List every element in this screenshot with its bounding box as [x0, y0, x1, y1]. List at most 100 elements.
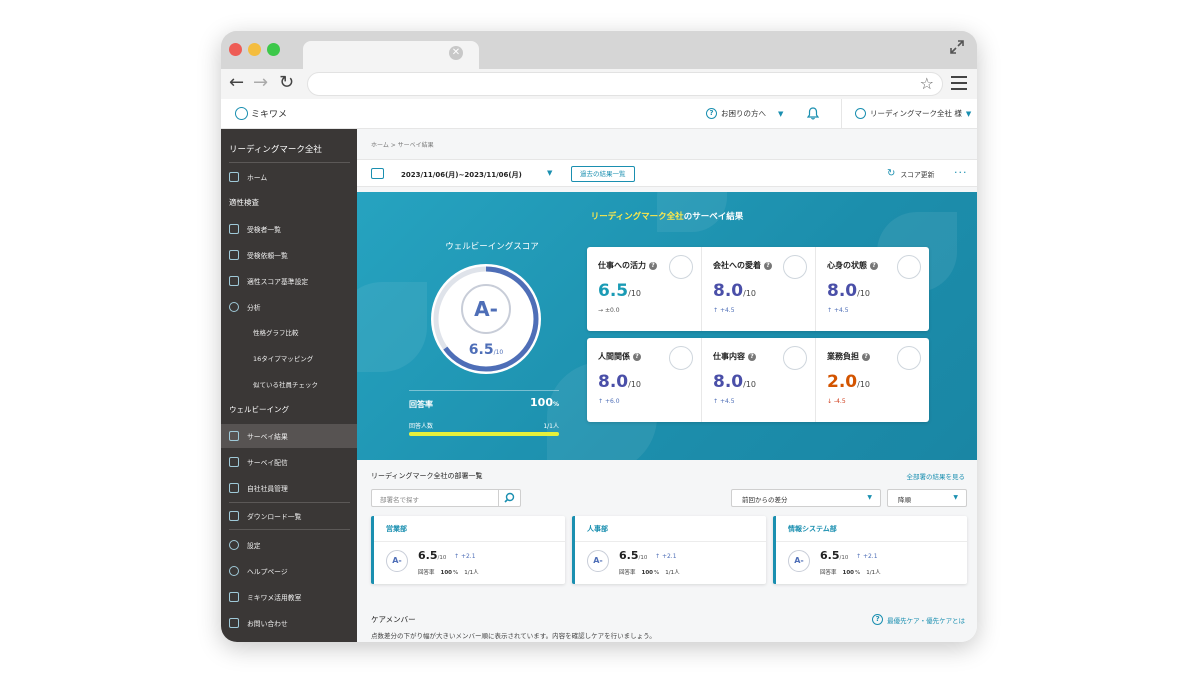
- metric-cell[interactable]: 人間関係? 8.0/10 ↑ +6.0: [587, 338, 701, 422]
- sidebar-item-classroom[interactable]: ミキワメ活用教室: [221, 585, 357, 609]
- metric-delta: ↑ +4.5: [827, 307, 849, 314]
- department-score: 6.5/10: [619, 549, 647, 562]
- see-all-departments-link[interactable]: 全部署の結果を見る: [907, 471, 966, 481]
- metric-cell[interactable]: 業務負担? 2.0/10 ↓ -4.5: [815, 338, 929, 422]
- sidebar-item-survey-results[interactable]: サーベイ結果: [221, 424, 357, 448]
- metric-cell[interactable]: 心身の状態? 8.0/10 ↑ +4.5: [815, 247, 929, 331]
- workload-illustration-icon: [897, 346, 921, 370]
- metric-delta-value: +4.5: [833, 307, 849, 314]
- metric-label-wrap: 会社への愛着?: [713, 260, 772, 271]
- user-icon: [855, 108, 866, 119]
- metric-cell[interactable]: 仕事内容? 8.0/10 ↑ +4.5: [701, 338, 815, 422]
- arrow-up-icon: ↑: [713, 307, 719, 314]
- close-window-button[interactable]: [229, 43, 242, 56]
- sidebar-item-home[interactable]: ホーム: [221, 165, 357, 189]
- question-icon[interactable]: ?: [862, 352, 870, 361]
- more-options-icon[interactable]: ···: [954, 166, 968, 179]
- department-score-max: /10: [437, 555, 447, 561]
- department-grade: A-: [386, 550, 408, 572]
- browser-menu-icon[interactable]: [951, 76, 967, 90]
- question-icon[interactable]: ?: [649, 261, 657, 270]
- respondents-label: 回答人数: [409, 423, 434, 430]
- sidebar-item-graph-compare[interactable]: 性格グラフ比較: [253, 327, 299, 337]
- metric-max: /10: [743, 289, 756, 298]
- sidebar-item-requests[interactable]: 受検依頼一覧: [221, 243, 357, 267]
- department-search-input[interactable]: 部署名で探す: [371, 489, 521, 507]
- browser-toolbar: ← → ↻ ☆: [221, 69, 977, 99]
- search-icon: [504, 492, 515, 503]
- main-content: ホーム > サーベイ結果 2023/11/06(月)~2023/11/06(月)…: [357, 129, 977, 642]
- department-card[interactable]: 営業部 A- 6.5/10 ↑ +2.1 回答率 100% 1/1人: [371, 516, 565, 584]
- chevron-down-icon[interactable]: ▼: [547, 169, 552, 177]
- bookmark-star-icon[interactable]: ☆: [920, 74, 934, 93]
- date-range[interactable]: 2023/11/06(月)~2023/11/06(月): [401, 170, 522, 180]
- metric-value: 6.5/10: [598, 281, 641, 301]
- refresh-score-button[interactable]: ↻ スコア更新: [887, 169, 934, 180]
- sidebar-item-type-mapping[interactable]: 16タイプマッピング: [253, 353, 313, 363]
- department-card[interactable]: 情報システム部 A- 6.5/10 ↑ +2.1 回答率 100% 1/1人: [773, 516, 967, 584]
- question-icon[interactable]: ?: [748, 352, 756, 361]
- metric-value: 8.0/10: [827, 281, 870, 301]
- sidebar-item-employee-mgmt[interactable]: 自社社員管理: [221, 476, 357, 500]
- department-card[interactable]: 人事部 A- 6.5/10 ↑ +2.1 回答率 100% 1/1人: [572, 516, 766, 584]
- metric-label-wrap: 仕事への活力?: [598, 260, 657, 271]
- chart-icon: [229, 431, 239, 441]
- minimize-window-button[interactable]: [248, 43, 261, 56]
- browser-tab[interactable]: ✕: [303, 41, 479, 69]
- mail-icon: [229, 457, 239, 467]
- sidebar-item-survey-delivery[interactable]: サーベイ配信: [221, 450, 357, 474]
- sidebar-item-help-page[interactable]: ヘルプページ: [221, 559, 357, 583]
- user-menu[interactable]: リーディングマーク全社 様 ▼: [855, 108, 971, 119]
- sidebar-item-score-settings[interactable]: 適性スコア基準設定: [221, 269, 357, 293]
- app: ミキワメ ? お困りの方へ ▼ リーディングマーク全社 様 ▼ リーディングマー…: [221, 99, 977, 642]
- reload-icon[interactable]: ↻: [279, 73, 294, 93]
- sidebar-item-contact[interactable]: お問い合わせ: [221, 611, 357, 635]
- sidebar-item-settings[interactable]: 設定: [221, 533, 357, 557]
- bell-icon[interactable]: [807, 107, 819, 120]
- sidebar-item-label: ホーム: [247, 174, 268, 182]
- maximize-window-button[interactable]: [267, 43, 280, 56]
- forward-arrow-icon[interactable]: →: [253, 73, 268, 93]
- sidebar-item-label: 分析: [247, 304, 261, 312]
- fullscreen-icon[interactable]: [949, 39, 965, 55]
- metric-number: 6.5: [598, 281, 629, 301]
- department-delta: ↑ +2.1: [856, 553, 878, 560]
- compare-select[interactable]: 前回からの差分 ▼: [731, 489, 881, 507]
- metric-label: 仕事への活力: [598, 261, 646, 270]
- heart-icon: [229, 276, 239, 286]
- care-members-title: ケアメンバー: [371, 615, 416, 624]
- metric-cell[interactable]: 仕事への活力? 6.5/10 → ±0.0: [587, 247, 701, 331]
- help-label: お困りの方へ: [721, 109, 766, 118]
- wellbeing-score: 6.5/10: [427, 342, 545, 358]
- help-menu[interactable]: ? お困りの方へ ▼: [706, 108, 783, 119]
- sidebar-item-label: 自社社員管理: [247, 485, 288, 493]
- company-illustration-icon: [783, 255, 807, 279]
- department-score: 6.5/10: [820, 549, 848, 562]
- sidebar-item-downloads[interactable]: ダウンロード一覧: [221, 504, 357, 528]
- question-icon[interactable]: ?: [870, 261, 878, 270]
- browser-tabbar: ✕: [221, 31, 977, 69]
- decor-leaf: [357, 282, 427, 372]
- question-icon[interactable]: ?: [633, 352, 641, 361]
- question-icon[interactable]: ?: [764, 261, 772, 270]
- sidebar-item-examinees[interactable]: 受検者一覧: [221, 217, 357, 241]
- logo[interactable]: ミキワメ: [235, 107, 287, 120]
- past-results-button[interactable]: 過去の結果一覧: [571, 166, 635, 182]
- sidebar-item-similar-check[interactable]: 似ている社員チェック: [253, 379, 318, 389]
- sidebar-item-analysis[interactable]: 分析: [221, 295, 357, 319]
- metric-cell[interactable]: 会社への愛着? 8.0/10 ↑ +4.5: [701, 247, 815, 331]
- search-button[interactable]: [498, 490, 520, 506]
- care-info-link[interactable]: ? 最優先ケア・優先ケアとは: [872, 614, 965, 625]
- arrow-up-icon: ↑: [827, 307, 833, 314]
- download-icon: [229, 511, 239, 521]
- back-arrow-icon[interactable]: ←: [229, 73, 244, 93]
- metric-delta-value: +6.0: [604, 398, 620, 405]
- order-select[interactable]: 降順 ▼: [887, 489, 967, 507]
- arrow-up-icon: ↑: [713, 398, 719, 405]
- calendar-icon[interactable]: [371, 168, 384, 179]
- department-delta-value: +2.1: [460, 553, 476, 560]
- metric-delta-value: +4.5: [719, 307, 735, 314]
- department-response-unit: %: [453, 570, 459, 576]
- address-bar[interactable]: ☆: [307, 72, 943, 96]
- tab-close-icon[interactable]: ✕: [449, 46, 463, 60]
